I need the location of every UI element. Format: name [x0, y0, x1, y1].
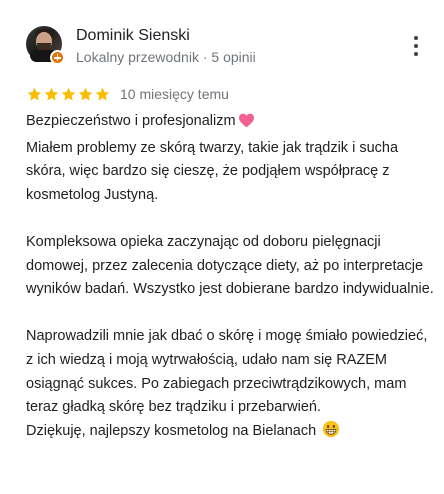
avatar[interactable]	[26, 26, 65, 65]
local-guide-badge-icon	[50, 50, 65, 65]
review-paragraph-3: Naprowadzili mnie jak dbać o skórę i mog…	[26, 328, 428, 416]
menu-dot	[414, 52, 418, 56]
more-vertical-icon[interactable]	[410, 36, 422, 56]
star-icon	[78, 87, 93, 100]
review-closing-line: Dziękuję, najlepszy kosmetolog na Bielan…	[26, 420, 438, 447]
author-meta[interactable]: Lokalny przewodnik · 5 opinii	[76, 48, 256, 66]
review-line: Bezpieczeństwo i profesjonalizm	[26, 113, 236, 129]
review-date: 10 miesięcy temu	[120, 86, 229, 102]
star-rating	[26, 86, 111, 103]
review-header: Dominik Sienski Lokalny przewodnik · 5 o…	[26, 24, 430, 68]
star-icon	[44, 87, 59, 100]
review-paragraph-2: Kompleksowa opieka zaczynając od doboru …	[26, 233, 434, 298]
star-icon	[61, 87, 76, 100]
rating-row: 10 miesięcy temu	[26, 84, 229, 104]
review-line-title: Bezpieczeństwo i profesjonalizm	[26, 110, 438, 137]
grinning-face-emoji-icon	[322, 420, 340, 447]
review-card: Dominik Sienski Lokalny przewodnik · 5 o…	[0, 0, 444, 494]
star-icon	[27, 87, 42, 100]
menu-dot	[414, 36, 418, 40]
review-line: Dziękuję, najlepszy kosmetolog na Bielan…	[26, 422, 317, 439]
pink-heart-icon	[238, 113, 255, 137]
review-text: Bezpieczeństwo i profesjonalizm Miałem p…	[26, 110, 438, 446]
menu-dot	[414, 44, 418, 48]
review-paragraph-1: Miałem problemy ze skórą twarzy, takie j…	[26, 139, 399, 203]
star-icon	[95, 87, 110, 100]
author-name[interactable]: Dominik Sienski	[76, 26, 190, 46]
